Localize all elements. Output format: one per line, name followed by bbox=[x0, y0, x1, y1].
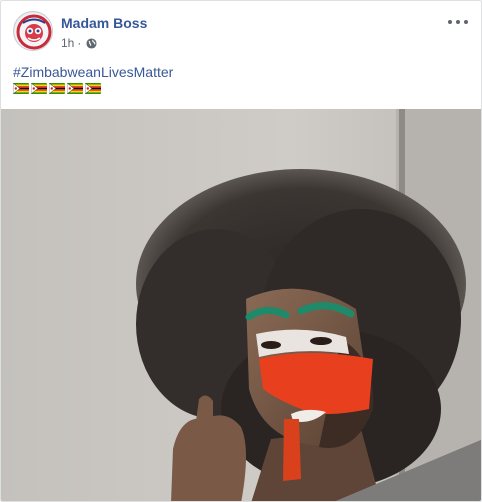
ellipsis-icon-dot bbox=[456, 20, 460, 24]
post-header: Madam Boss 1h · bbox=[13, 11, 471, 55]
flag-emoji-row bbox=[13, 83, 101, 94]
ellipsis-icon-dot bbox=[464, 20, 468, 24]
hashtag-link[interactable]: #ZimbabweanLivesMatter bbox=[13, 64, 173, 80]
feed-post: Madam Boss 1h · #ZimbabweanLivesMatter bbox=[0, 0, 482, 502]
author-name[interactable]: Madam Boss bbox=[61, 15, 147, 31]
zimbabwe-flag-icon bbox=[31, 83, 47, 94]
avatar[interactable] bbox=[13, 11, 53, 51]
post-timestamp[interactable]: 1h bbox=[61, 36, 74, 50]
photo-illustration bbox=[1, 109, 481, 501]
more-options-button[interactable] bbox=[445, 13, 471, 31]
globe-icon[interactable] bbox=[86, 37, 97, 49]
zimbabwe-flag-icon bbox=[49, 83, 65, 94]
post-photo[interactable] bbox=[1, 109, 481, 501]
zimbabwe-flag-icon bbox=[85, 83, 101, 94]
ellipsis-icon-dot bbox=[448, 20, 452, 24]
meta-separator: · bbox=[77, 36, 82, 50]
post-meta: 1h · bbox=[61, 36, 97, 50]
zimbabwe-flag-icon bbox=[13, 83, 29, 94]
post-text: #ZimbabweanLivesMatter bbox=[13, 63, 173, 81]
zimbabwe-flag-icon bbox=[67, 83, 83, 94]
